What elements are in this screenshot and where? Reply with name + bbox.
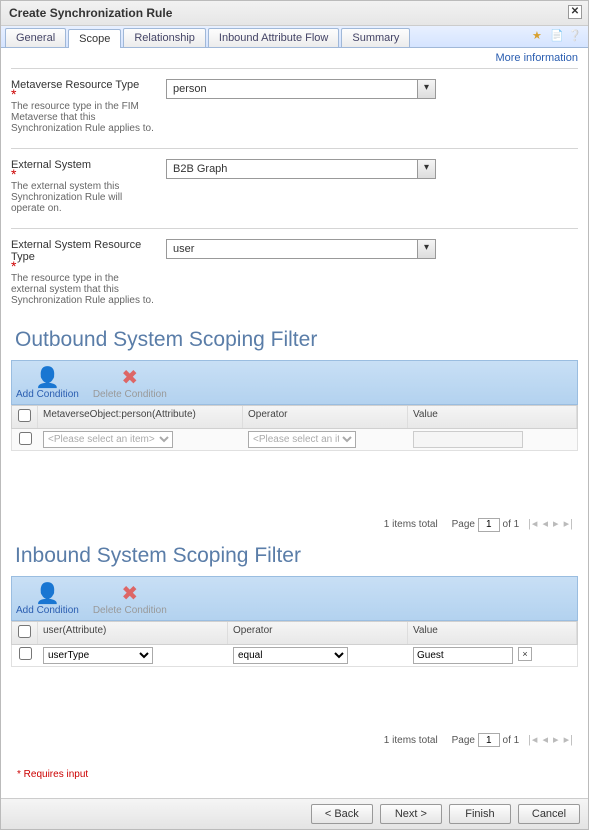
items-total: 1 items total xyxy=(384,519,438,530)
pager-nav-icons[interactable]: |◂ ◂ ▸ ▸| xyxy=(528,518,574,530)
page-label: Page xyxy=(452,519,475,530)
metaverse-type-select[interactable]: person ▾ xyxy=(166,79,436,99)
page-input[interactable] xyxy=(478,733,500,747)
attribute-select[interactable]: <Please select an item> xyxy=(43,431,173,448)
field-label: Metaverse Resource Type xyxy=(11,79,156,91)
button-bar: < Back Next > Finish Cancel xyxy=(1,798,588,829)
user-add-icon: 👤 xyxy=(16,583,79,605)
col-operator: Operator xyxy=(243,406,408,428)
inbound-pager: 1 items total Page of 1 |◂ ◂ ▸ ▸| xyxy=(11,727,578,752)
add-condition-button[interactable]: 👤 Add Condition xyxy=(16,367,79,400)
outbound-grid-header: MetaverseObject:person(Attribute) Operat… xyxy=(11,405,578,429)
page-of: of 1 xyxy=(503,735,520,746)
user-add-icon: 👤 xyxy=(16,367,79,389)
add-condition-button[interactable]: 👤 Add Condition xyxy=(16,583,79,616)
page-label: Page xyxy=(452,735,475,746)
delete-condition-button[interactable]: ✖ Delete Condition xyxy=(93,583,167,616)
title-bar: Create Synchronization Rule ✕ xyxy=(1,1,588,26)
chevron-down-icon[interactable]: ▾ xyxy=(417,240,435,258)
help-icon[interactable]: ❔ xyxy=(568,29,582,43)
external-type-select[interactable]: user ▾ xyxy=(166,239,436,259)
close-icon[interactable]: ✕ xyxy=(568,5,582,19)
more-info-link[interactable]: More information xyxy=(495,52,578,64)
field-description: The resource type in the FIM Metaverse t… xyxy=(11,101,156,134)
required-marker: * xyxy=(11,263,156,269)
field-external-system: External System * The external system th… xyxy=(11,148,578,228)
tab-summary[interactable]: Summary xyxy=(341,28,410,47)
col-value: Value xyxy=(408,406,577,428)
external-system-select[interactable]: B2B Graph ▾ xyxy=(166,159,436,179)
pager-nav-icons[interactable]: |◂ ◂ ▸ ▸| xyxy=(528,734,574,746)
chevron-down-icon[interactable]: ▾ xyxy=(417,80,435,98)
field-description: The resource type in the external system… xyxy=(11,273,156,306)
select-value: person xyxy=(173,83,207,95)
tab-general[interactable]: General xyxy=(5,28,66,47)
finish-button[interactable]: Finish xyxy=(449,804,511,824)
delete-condition-button[interactable]: ✖ Delete Condition xyxy=(93,367,167,400)
page-of: of 1 xyxy=(503,519,520,530)
required-marker: * xyxy=(11,91,156,97)
items-total: 1 items total xyxy=(384,735,438,746)
attribute-select[interactable]: userType xyxy=(43,647,153,664)
select-all-checkbox[interactable] xyxy=(18,625,31,638)
cancel-button[interactable]: Cancel xyxy=(518,804,580,824)
dialog-window: Create Synchronization Rule ✕ General Sc… xyxy=(0,0,589,830)
operator-select[interactable]: <Please select an item> xyxy=(248,431,356,448)
operator-select[interactable]: equal xyxy=(233,647,348,664)
inbound-grid-header: user(Attribute) Operator Value xyxy=(11,621,578,645)
col-attribute: MetaverseObject:person(Attribute) xyxy=(38,406,243,428)
back-button[interactable]: < Back xyxy=(311,804,373,824)
col-operator: Operator xyxy=(228,622,408,644)
field-external-type: External System Resource Type * The reso… xyxy=(11,228,578,320)
requires-input-note: * Requires input xyxy=(11,751,578,788)
chevron-down-icon[interactable]: ▾ xyxy=(417,160,435,178)
dialog-title: Create Synchronization Rule xyxy=(9,6,172,20)
field-label: External System xyxy=(11,159,156,171)
row-checkbox[interactable] xyxy=(19,432,32,445)
select-value: B2B Graph xyxy=(173,163,227,175)
star-icon[interactable]: ★ xyxy=(532,29,546,43)
select-value: user xyxy=(173,243,194,255)
inbound-toolbar: 👤 Add Condition ✖ Delete Condition xyxy=(11,576,578,621)
tab-relationship[interactable]: Relationship xyxy=(123,28,206,47)
field-label: External System Resource Type xyxy=(11,239,156,263)
select-all-checkbox[interactable] xyxy=(18,409,31,422)
field-description: The external system this Synchronization… xyxy=(11,181,156,214)
clear-icon[interactable]: × xyxy=(518,647,532,661)
value-field[interactable] xyxy=(413,431,523,448)
outbound-pager: 1 items total Page of 1 |◂ ◂ ▸ ▸| xyxy=(11,511,578,536)
value-input[interactable] xyxy=(413,647,513,664)
inbound-filter-heading: Inbound System Scoping Filter xyxy=(11,536,578,576)
col-value: Value xyxy=(408,622,577,644)
tab-scope[interactable]: Scope xyxy=(68,29,121,48)
delete-icon: ✖ xyxy=(93,583,167,605)
row-checkbox[interactable] xyxy=(19,647,32,660)
delete-icon: ✖ xyxy=(93,367,167,389)
outbound-filter-heading: Outbound System Scoping Filter xyxy=(11,320,578,360)
outbound-toolbar: 👤 Add Condition ✖ Delete Condition xyxy=(11,360,578,405)
tab-inbound-attr-flow[interactable]: Inbound Attribute Flow xyxy=(208,28,339,47)
inbound-row: userType equal × xyxy=(11,645,578,667)
col-attribute: user(Attribute) xyxy=(38,622,228,644)
next-button[interactable]: Next > xyxy=(380,804,442,824)
required-marker: * xyxy=(11,171,156,177)
field-metaverse-type: Metaverse Resource Type * The resource t… xyxy=(11,68,578,148)
tab-bar: General Scope Relationship Inbound Attri… xyxy=(1,26,588,48)
outbound-row: <Please select an item> <Please select a… xyxy=(11,429,578,451)
page-input[interactable] xyxy=(478,518,500,532)
new-item-icon[interactable]: 📄 xyxy=(550,29,564,43)
